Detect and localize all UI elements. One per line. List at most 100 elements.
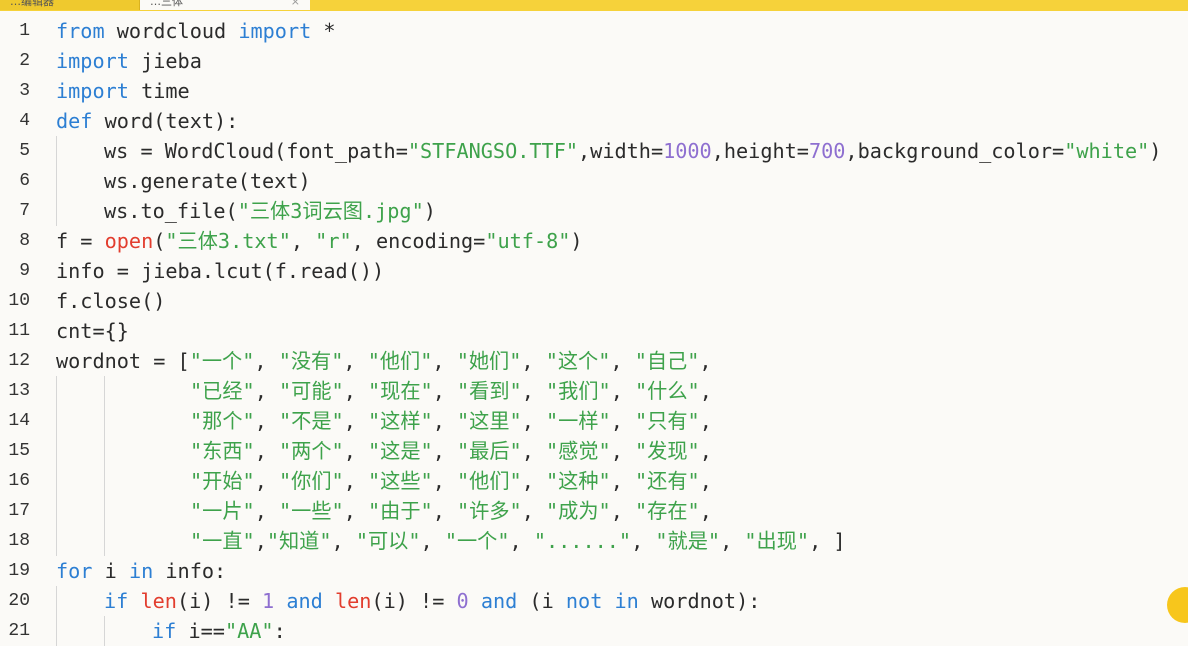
indent-guide (56, 166, 57, 196)
code-token: (i) != (371, 589, 457, 613)
code-token: and (480, 589, 518, 613)
code-token: import (56, 49, 129, 73)
code-token: , (521, 499, 546, 523)
indent-guide (56, 586, 57, 616)
code-token: wordnot = [ (56, 349, 190, 373)
code-token: "这是" (368, 439, 433, 463)
code-line[interactable]: ws.generate(text) (104, 166, 311, 196)
code-editor[interactable]: 1 2 3 4 5 6 7 8 9 10 11 12 13 14 15 16 17 18 19 20 21 from w… (0, 16, 1188, 646)
code-token: "就是" (655, 529, 721, 553)
code-line[interactable]: wordnot = ["一个", "没有", "他们", "她们", "这个",… (56, 346, 712, 376)
line-number: 11 (8, 321, 30, 341)
code-token: "出现" (744, 529, 810, 553)
code-token: f = (56, 229, 105, 253)
line-number: 16 (8, 471, 30, 491)
code-token: "看到" (457, 379, 522, 403)
tab-editor[interactable]: …编辑器 (0, 0, 140, 10)
code-token: wordcloud (104, 19, 239, 43)
code-token: * (311, 19, 336, 43)
code-token: info = jieba.lcut(f.read()) (56, 259, 385, 283)
code-token: "三体3.txt" (165, 229, 291, 253)
code-line[interactable]: import jieba (56, 46, 202, 76)
code-token: , (432, 499, 457, 523)
code-token: , (610, 409, 635, 433)
code-line[interactable]: "东西", "两个", "这是", "最后", "感觉", "发现", (190, 436, 712, 466)
indent-guide (56, 496, 57, 526)
code-line[interactable]: "已经", "可能", "现在", "看到", "我们", "什么", (190, 376, 712, 406)
code-token: len (334, 589, 372, 613)
code-token: , (254, 379, 279, 403)
code-token: , (420, 529, 445, 553)
tab-label: …三体 (150, 0, 183, 8)
code-token: , (610, 469, 635, 493)
code-token: if (104, 589, 129, 613)
code-token: , (521, 349, 546, 373)
code-token: , (331, 529, 356, 553)
code-token: i (92, 559, 129, 583)
code-line[interactable]: "一片", "一些", "由于", "许多", "成为", "存在", (190, 496, 712, 526)
line-number: 10 (8, 291, 30, 311)
code-line[interactable]: if len(i) != 1 and len(i) != 0 and (i no… (104, 586, 760, 616)
code-token: , (343, 349, 368, 373)
code-token: ,height= (711, 139, 809, 163)
code-token: , (432, 349, 457, 373)
tab-active-file[interactable]: …三体 × (140, 0, 310, 10)
code-token: for (56, 559, 93, 583)
code-token: , (254, 409, 279, 433)
code-token: "他们" (457, 469, 522, 493)
code-token: "自己" (634, 349, 700, 373)
code-token: "一个" (189, 349, 255, 373)
code-token: , (699, 469, 712, 493)
code-token: , (610, 349, 635, 373)
code-line[interactable]: import time (56, 76, 190, 106)
code-token: "这个" (545, 349, 611, 373)
code-token: "你们" (279, 469, 344, 493)
code-token: "这里" (457, 409, 522, 433)
code-token: "一片" (190, 499, 255, 523)
code-token: , (720, 529, 745, 553)
code-token: "一个" (444, 529, 510, 553)
code-token: , (432, 379, 457, 403)
code-token: "最后" (457, 439, 522, 463)
code-token: "没有" (278, 349, 344, 373)
code-line[interactable]: f.close() (56, 286, 165, 316)
code-token: open (104, 229, 154, 253)
code-token: jieba (128, 49, 202, 73)
code-line[interactable]: ws.to_file("三体3词云图.jpg") (104, 196, 436, 226)
code-line[interactable]: f = open("三体3.txt", "r", encoding="utf-8… (56, 226, 583, 256)
code-token: ) (1149, 139, 1162, 163)
line-number: 14 (8, 411, 30, 431)
code-token: , (699, 379, 712, 403)
code-token: "只有" (635, 409, 700, 433)
code-token: "他们" (367, 349, 433, 373)
code-area[interactable]: from wordcloud import * import jieba impor… (56, 16, 1188, 646)
code-line[interactable]: "那个", "不是", "这样", "这里", "一样", "只有", (190, 406, 712, 436)
close-icon[interactable]: × (291, 0, 300, 10)
code-token: in (128, 559, 154, 583)
code-token: "可能" (279, 379, 344, 403)
line-number: 2 (19, 51, 30, 71)
line-number: 12 (8, 351, 30, 371)
code-line[interactable]: def word(text): (56, 106, 238, 136)
indent-guide (56, 406, 57, 436)
code-token: , (254, 529, 267, 553)
code-line[interactable]: cnt={} (56, 316, 129, 346)
code-line[interactable]: "开始", "你们", "这些", "他们", "这种", "还有", (190, 466, 712, 496)
code-token: "一些" (279, 499, 344, 523)
code-line[interactable]: ws = WordCloud(font_path="STFANGSO.TTF",… (104, 136, 1161, 166)
code-token: "三体3词云图.jpg" (237, 199, 424, 223)
code-line[interactable]: info = jieba.lcut(f.read()) (56, 256, 384, 286)
code-line[interactable]: from wordcloud import * (56, 16, 336, 46)
code-token: cnt={} (56, 319, 129, 343)
line-number: 1 (19, 21, 30, 41)
code-token: : (273, 619, 286, 643)
code-token: "我们" (546, 379, 611, 403)
code-token: f.close() (56, 289, 166, 313)
code-token: def (56, 109, 93, 133)
code-token: , (521, 469, 546, 493)
code-token: "这种" (546, 469, 611, 493)
code-line[interactable]: "一直","知道", "可以", "一个", "......", "就是", "… (190, 526, 846, 556)
code-line[interactable]: for i in info: (56, 556, 226, 586)
line-number: 19 (8, 561, 30, 581)
